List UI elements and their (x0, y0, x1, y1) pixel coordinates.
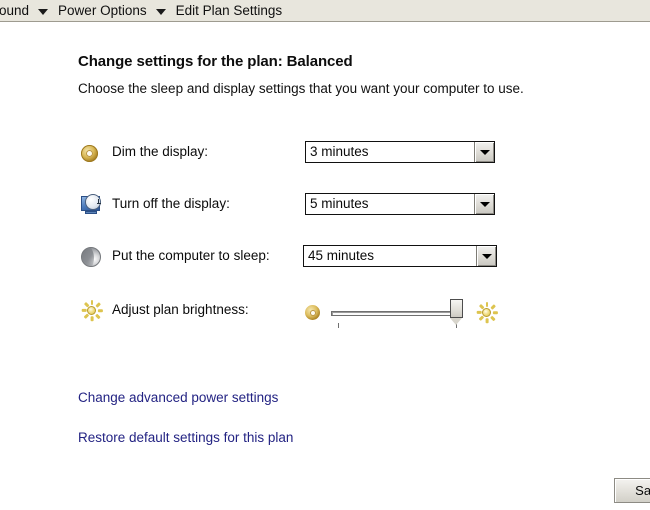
link-restore-default-settings[interactable]: Restore default settings for this plan (78, 430, 293, 445)
breadcrumb: ound Power Options Edit Plan Settings (0, 0, 650, 22)
setting-row-brightness: Adjust plan brightness: (0, 299, 650, 333)
breadcrumb-item-edit-plan-settings[interactable]: Edit Plan Settings (173, 1, 286, 21)
link-change-advanced-power-settings[interactable]: Change advanced power settings (78, 390, 278, 405)
breadcrumb-item-0[interactable]: ound (0, 1, 32, 21)
sleep-value: 45 minutes (308, 248, 375, 263)
dropdown-arrow-icon[interactable] (476, 246, 496, 266)
turn-off-display-value: 5 minutes (310, 196, 369, 211)
slider-track[interactable] (331, 311, 454, 316)
low-brightness-icon (305, 305, 321, 321)
page-title: Change settings for the plan: Balanced (78, 53, 353, 70)
turn-off-display-combobox[interactable]: 5 minutes (305, 193, 495, 215)
turn-off-display-icon (80, 193, 104, 217)
setting-row-dim-display: Dim the display: 3 minutes (0, 141, 650, 175)
setting-label-turn-off-display: Turn off the display: (112, 196, 230, 211)
setting-label-brightness: Adjust plan brightness: (112, 302, 249, 317)
setting-row-turn-off-display: Turn off the display: 5 minutes (0, 193, 650, 227)
setting-label-dim-display: Dim the display: (112, 144, 209, 159)
page-subtitle: Choose the sleep and display settings th… (78, 81, 524, 96)
sun-icon (80, 299, 104, 323)
sleep-icon (80, 245, 104, 269)
high-brightness-icon (475, 301, 499, 325)
dim-display-value: 3 minutes (310, 144, 369, 159)
brightness-slider[interactable] (305, 299, 500, 333)
chevron-down-icon[interactable] (38, 8, 49, 15)
breadcrumb-item-power-options[interactable]: Power Options (55, 1, 150, 21)
save-button[interactable]: Save (614, 478, 650, 503)
slider-tick (338, 323, 339, 328)
dropdown-arrow-icon[interactable] (474, 194, 494, 214)
chevron-down-icon[interactable] (155, 8, 166, 15)
dim-display-icon (80, 141, 104, 165)
dropdown-arrow-icon[interactable] (474, 142, 494, 162)
setting-row-sleep: Put the computer to sleep: 45 minutes (0, 245, 650, 279)
slider-thumb[interactable] (450, 299, 463, 325)
sleep-combobox[interactable]: 45 minutes (303, 245, 497, 267)
dim-display-combobox[interactable]: 3 minutes (305, 141, 495, 163)
setting-label-sleep: Put the computer to sleep: (112, 248, 270, 263)
brightness-icon (80, 299, 104, 323)
